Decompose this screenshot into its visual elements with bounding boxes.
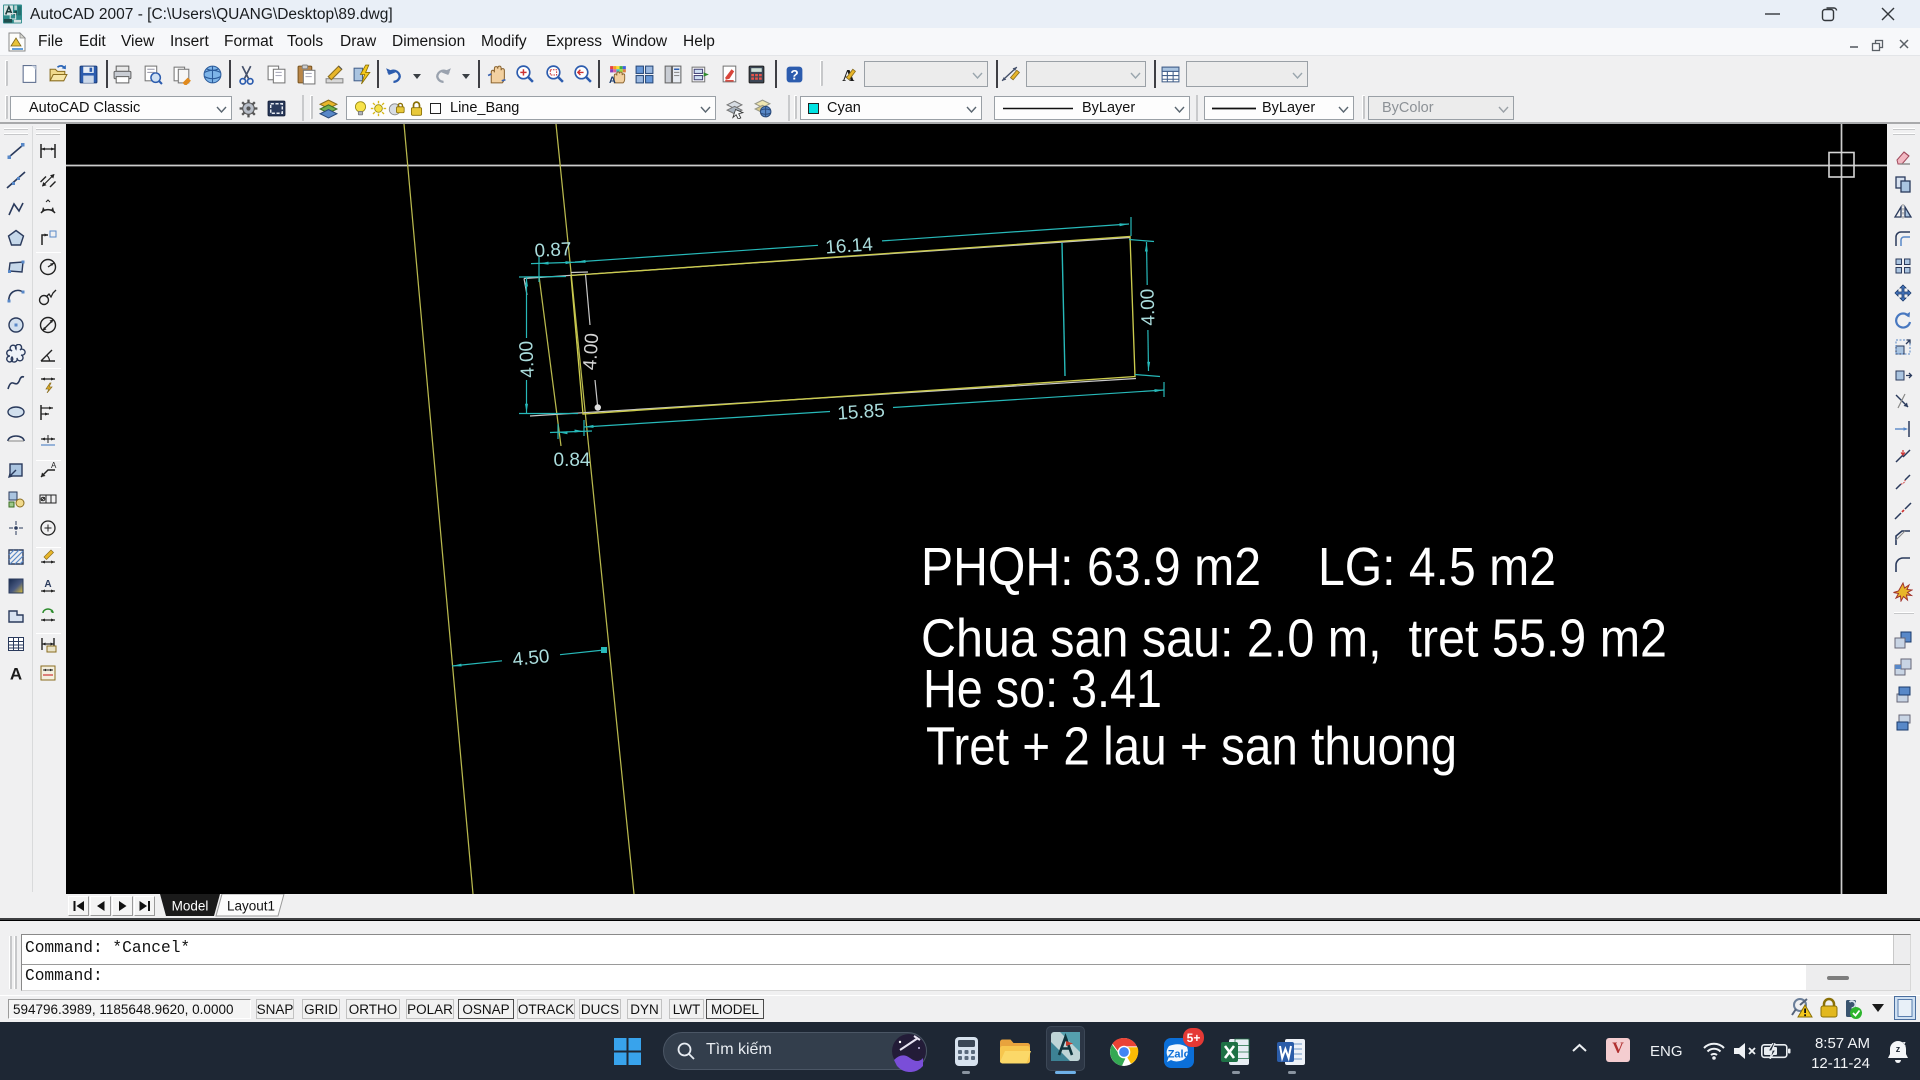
svg-text:0.87: 0.87 (534, 239, 572, 262)
svg-text:4.00: 4.00 (580, 332, 604, 370)
svg-text:Model: Model (172, 899, 209, 914)
svg-text:z: z (1896, 1044, 1901, 1054)
svg-text:0.84: 0.84 (554, 450, 591, 471)
svg-text:16.14: 16.14 (825, 234, 874, 258)
svg-text:Tret + 2 lau + san thuong: Tret + 2 lau + san thuong (926, 717, 1457, 777)
svg-text:He so: 3.41: He so: 3.41 (923, 659, 1162, 719)
svg-text:4.00: 4.00 (1137, 288, 1159, 326)
svg-text:Zalo: Zalo (1168, 1049, 1191, 1061)
svg-text:4.00: 4.00 (516, 340, 539, 378)
svg-text:PHQH: 63.9 m2: PHQH: 63.9 m2 (921, 537, 1261, 597)
svg-text:15.85: 15.85 (837, 400, 886, 424)
svg-text:4.50: 4.50 (512, 646, 551, 671)
svg-text:z: z (1902, 1041, 1906, 1048)
svg-text:LG: 4.5 m2: LG: 4.5 m2 (1318, 537, 1556, 597)
svg-text:Layout1: Layout1 (227, 899, 275, 914)
